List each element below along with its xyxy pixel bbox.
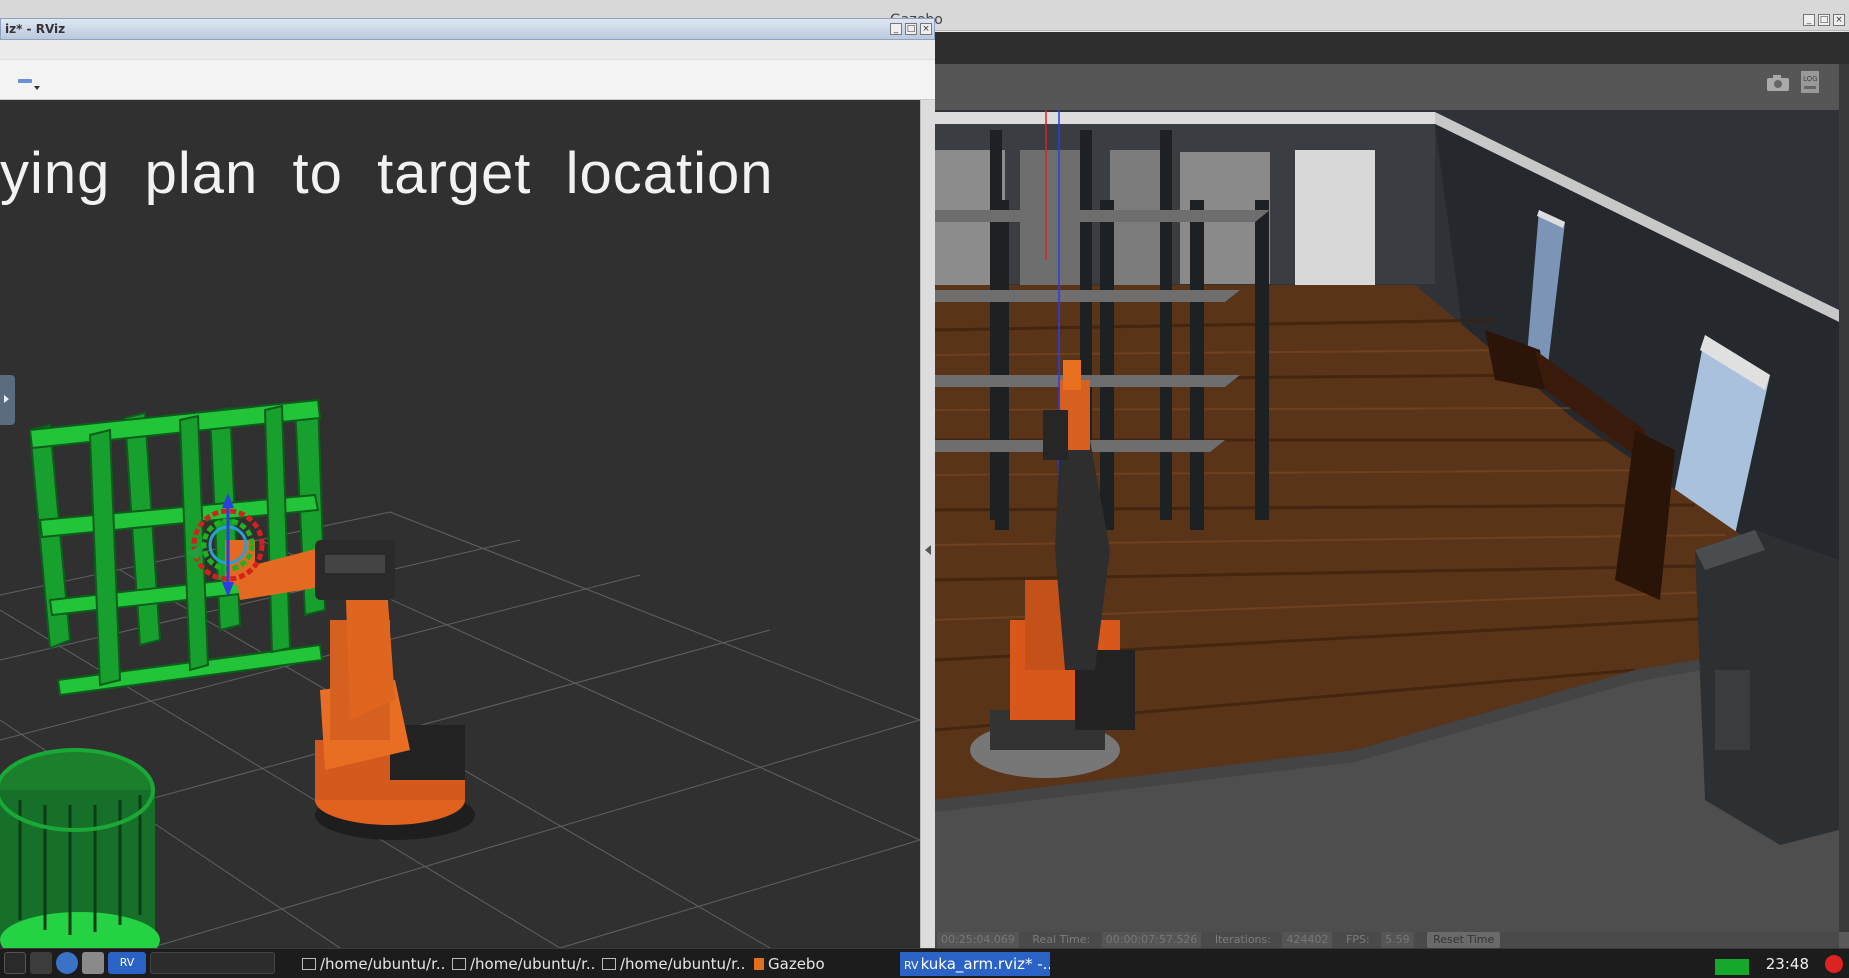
gazebo-toolbar — [935, 32, 1849, 64]
gazebo-status-bar: 00:25:04.069 Real Time: 00:00:07:57.526 … — [935, 932, 1839, 948]
rviz-icon: RV — [904, 959, 919, 972]
real-time-value: 00:00:07:57.526 — [1101, 932, 1202, 948]
real-time-label: Real Time: — [1032, 933, 1091, 946]
rviz-3d-view[interactable] — [0, 100, 920, 948]
terminal-icon — [302, 958, 316, 970]
rviz-shelf — [28, 398, 327, 697]
gazebo-render-toolbar: LOG — [935, 64, 1839, 110]
rviz-launcher[interactable]: RV — [108, 952, 146, 974]
reset-time-button[interactable]: Reset Time — [1427, 932, 1501, 948]
svg-text:LOG: LOG — [1803, 75, 1818, 83]
taskbar-item-gazebo[interactable]: Gazebo — [750, 952, 898, 976]
browser-icon[interactable] — [56, 952, 78, 974]
rviz-displays-panel-toggle[interactable] — [0, 375, 15, 425]
sim-time-value: 00:25:04.069 — [937, 932, 1019, 948]
terminal-icon — [602, 958, 616, 970]
gazebo-maximize-button[interactable]: □ — [1818, 14, 1830, 26]
chevron-left-icon — [925, 545, 931, 555]
rviz-kuka-arm — [225, 540, 475, 840]
interact-tool-icon[interactable] — [18, 79, 32, 83]
gazebo-minimize-button[interactable]: _ — [1803, 14, 1815, 26]
chevron-right-icon — [4, 395, 9, 403]
terminal-icon — [452, 958, 466, 970]
rviz-menubar — [0, 40, 935, 60]
taskbar-item-label: /home/ubuntu/r... — [320, 955, 446, 973]
gazebo-right-panel-edge[interactable] — [1839, 64, 1849, 932]
rviz-bin — [0, 748, 160, 948]
taskbar-item-rviz[interactable]: RV kuka_arm.rviz* -... — [900, 952, 1050, 976]
taskbar: RV /home/ubuntu/r... /home/ubuntu/r... /… — [0, 948, 1849, 978]
camera-icon[interactable] — [1766, 74, 1790, 92]
rviz-maximize-button[interactable]: □ — [905, 23, 917, 35]
iterations-value: 424402 — [1282, 932, 1333, 948]
gazebo-3d-scene[interactable] — [935, 110, 1839, 932]
fps-value: 5.59 — [1381, 932, 1414, 948]
file-manager-icon[interactable] — [82, 952, 104, 974]
taskbar-item-label: kuka_arm.rviz* -... — [920, 955, 1050, 973]
taskbar-item-terminal-1[interactable]: /home/ubuntu/r... — [298, 952, 446, 976]
taskbar-item-label: /home/ubuntu/r... — [470, 955, 596, 973]
rviz-views-splitter[interactable] — [920, 100, 935, 948]
cpu-monitor — [1715, 959, 1749, 975]
rviz-close-button[interactable]: × — [920, 23, 932, 35]
taskbar-item-label: /home/ubuntu/r... — [620, 955, 746, 973]
rviz-minimize-button[interactable]: _ — [890, 23, 902, 35]
fps-label: FPS: — [1345, 933, 1370, 946]
gazebo-icon — [754, 958, 764, 970]
rviz-window-title: iz* - RViz — [5, 22, 66, 36]
rviz-titlebar[interactable]: iz* - RViz _ □ × — [0, 18, 935, 40]
clock[interactable]: 23:48 — [1766, 952, 1809, 976]
rviz-overlay-text: ying plan to target location — [0, 141, 774, 206]
start-menu-icon[interactable] — [4, 952, 26, 974]
power-icon[interactable] — [1825, 955, 1843, 973]
taskbar-item-terminal-2[interactable]: /home/ubuntu/r... — [448, 952, 596, 976]
taskbar-item-terminal-3[interactable]: /home/ubuntu/r... — [598, 952, 746, 976]
desktop-icon[interactable] — [30, 952, 52, 974]
iterations-label: Iterations: — [1214, 933, 1271, 946]
taskbar-item-label: Gazebo — [768, 955, 825, 973]
quick-launch: RV — [4, 952, 275, 974]
chevron-down-icon[interactable] — [34, 86, 40, 90]
desktop: Gazebo _ □ × LOG — [0, 0, 1849, 978]
rviz-toolbar — [0, 60, 935, 100]
workspace-switcher[interactable] — [150, 952, 275, 974]
log-icon[interactable]: LOG — [1800, 70, 1820, 94]
gazebo-close-button[interactable]: × — [1833, 14, 1845, 26]
